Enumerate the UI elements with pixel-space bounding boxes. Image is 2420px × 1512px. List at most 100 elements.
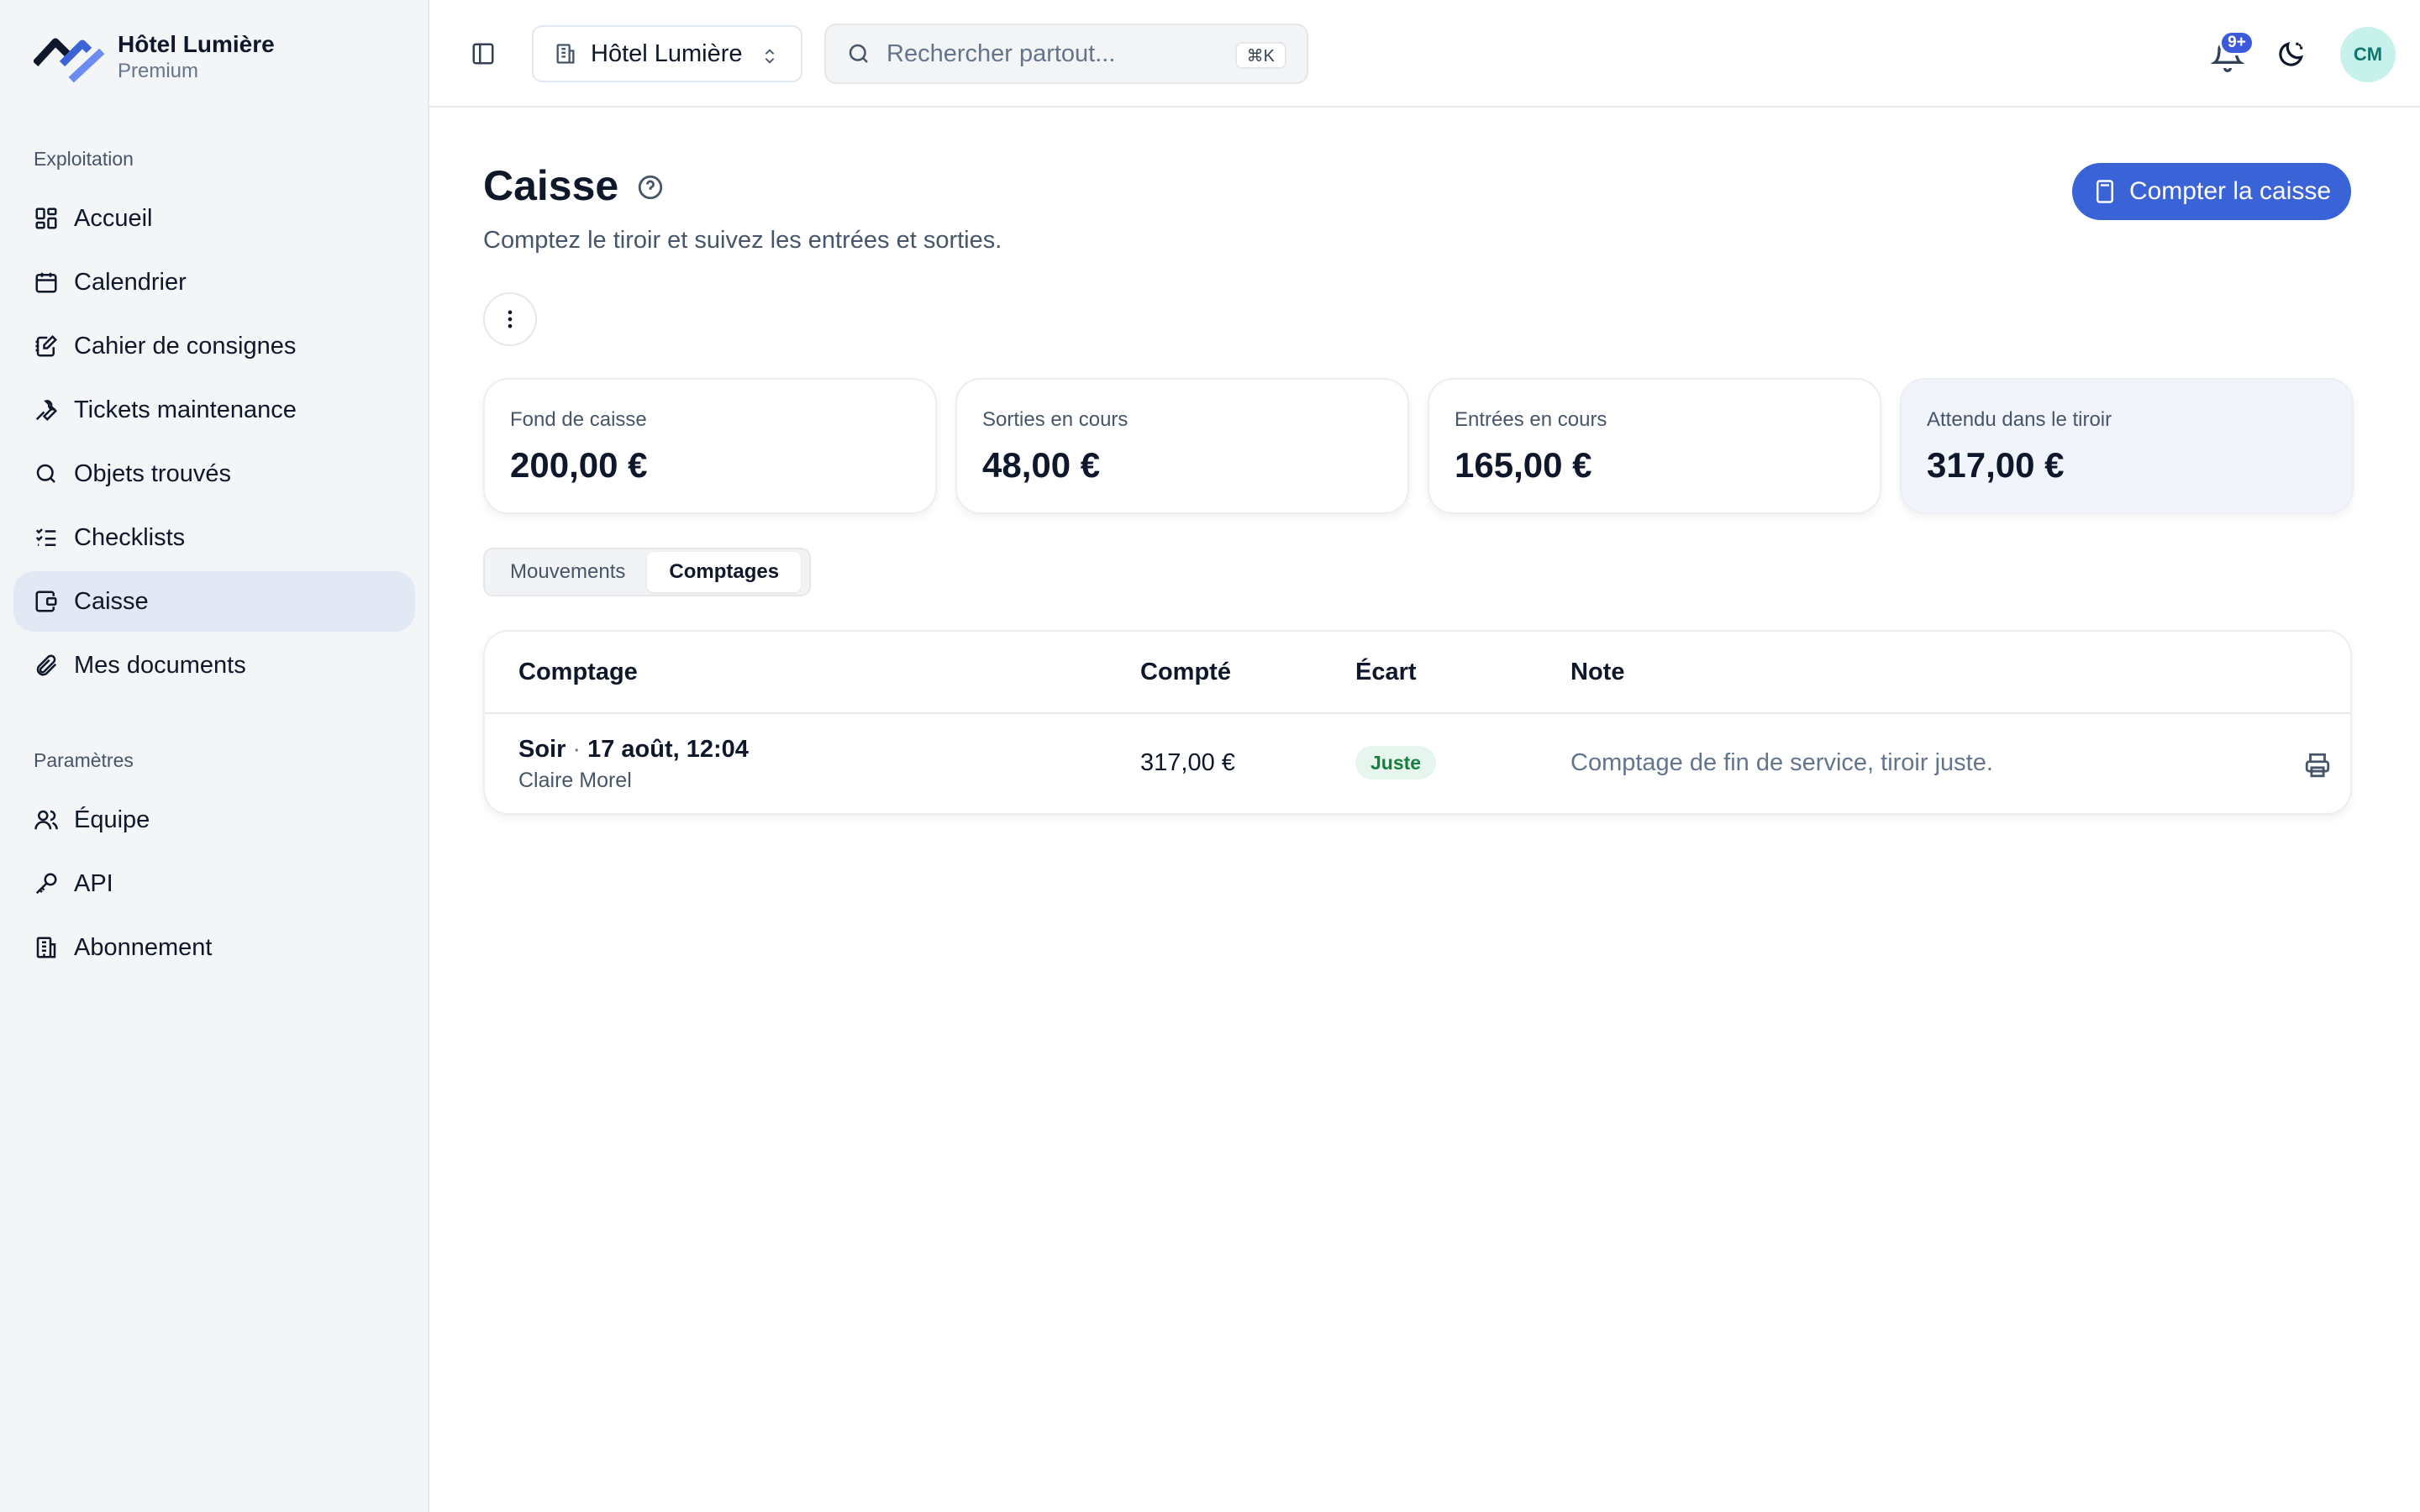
column-header-comptage[interactable]: Comptage <box>518 659 638 686</box>
stat-label: Sorties en cours <box>982 408 1128 431</box>
sidebar-item-label: Équipe <box>74 806 150 833</box>
column-header-compte[interactable]: Compté <box>1140 659 1231 686</box>
section-label-exploitation: Exploitation <box>34 148 134 170</box>
brand-plan: Premium <box>118 60 199 82</box>
hotel-select-label: Hôtel Lumière <box>591 39 743 67</box>
stat-value: 200,00 € <box>510 445 648 485</box>
sidebar-item-label: Calendrier <box>74 268 187 296</box>
search-placeholder: Rechercher partout... <box>886 39 1116 67</box>
wrench-icon <box>35 400 57 422</box>
counts-table: Comptage Compté Écart Note Soir · 17 août,… <box>483 630 2352 815</box>
table-row[interactable]: Soir · 17 août, 12:04 Claire Morel 317,00 … <box>485 714 2350 813</box>
sidebar: Hôtel Lumière Premium Exploitation Accue… <box>0 0 429 1512</box>
dashboard-icon <box>35 207 57 229</box>
sidebar-item-api[interactable]: API <box>13 853 415 914</box>
sidebar-nav-exploitation: Accueil Calendrier Cahier de consignes T… <box>13 188 415 699</box>
more-vertical-icon <box>508 310 513 328</box>
sidebar-item-label: Mes documents <box>74 651 246 679</box>
sidebar-item-objets-trouves[interactable]: Objets trouvés <box>13 444 415 504</box>
sidebar-item-caisse[interactable]: Caisse <box>13 571 415 632</box>
cell-gap: Juste <box>1355 746 1437 780</box>
paperclip-icon <box>36 654 57 676</box>
sidebar-item-label: Abonnement <box>74 933 213 961</box>
sidebar-item-label: Checklists <box>74 523 186 551</box>
count-type: Soir <box>518 736 566 763</box>
sidebar-toggle-icon <box>472 43 494 65</box>
printer-icon[interactable] <box>2303 751 2332 780</box>
key-icon <box>35 873 57 895</box>
stat-label: Entrées en cours <box>1455 408 1607 431</box>
search-icon <box>36 464 55 483</box>
sidebar-item-accueil[interactable]: Accueil <box>13 188 415 249</box>
stat-value: 317,00 € <box>1927 445 2065 485</box>
search-shortcut: ⌘K <box>1234 42 1286 69</box>
column-header-note[interactable]: Note <box>1570 659 1624 686</box>
calendar-icon <box>35 272 57 293</box>
tabs: Mouvements Comptages <box>483 548 811 596</box>
cell-comptage: Soir · 17 août, 12:04 Claire Morel <box>518 736 749 793</box>
cell-note: Comptage de fin de service, tiroir juste… <box>1570 749 1993 776</box>
tab-mouvements[interactable]: Mouvements <box>488 552 647 592</box>
stat-value: 48,00 € <box>982 445 1101 485</box>
wallet-icon <box>35 591 57 612</box>
sidebar-item-label: Objets trouvés <box>74 459 231 487</box>
stat-value: 165,00 € <box>1455 445 1592 485</box>
main-content: Hôtel Lumière Rechercher partout... ⌘K 9… <box>429 0 2420 1512</box>
status-badge: Juste <box>1355 746 1437 780</box>
cell-counted: 317,00 € <box>1140 749 1235 776</box>
notification-badge: 9+ <box>2219 30 2254 55</box>
help-icon[interactable] <box>636 173 665 202</box>
table-header: Comptage Compté Écart Note <box>485 632 2350 714</box>
sidebar-item-checklists[interactable]: Checklists <box>13 507 415 568</box>
count-datetime: 17 août, 12:04 <box>587 736 749 763</box>
count-register-button[interactable]: Compter la caisse <box>2072 163 2351 220</box>
sidebar-item-cahier-de-consignes[interactable]: Cahier de consignes <box>13 316 415 376</box>
stat-card-entrees: Entrées en cours 165,00 € <box>1428 378 1881 514</box>
notebook-icon <box>35 334 58 357</box>
brand-name: Hôtel Lumière <box>118 31 275 57</box>
chevron-up-down-icon <box>765 49 775 64</box>
hotel-select[interactable]: Hôtel Lumière <box>532 25 802 82</box>
stat-label: Attendu dans le tiroir <box>1927 408 2112 431</box>
brand-logo-icon <box>34 38 105 83</box>
section-label-parametres: Paramètres <box>34 749 134 771</box>
count-person: Claire Morel <box>518 769 632 792</box>
stat-card-sorties: Sorties en cours 48,00 € <box>955 378 1409 514</box>
sidebar-item-label: Cahier de consignes <box>74 332 297 360</box>
brand-text: Hôtel Lumière Premium <box>118 30 275 84</box>
tab-comptages[interactable]: Comptages <box>647 552 802 592</box>
search-icon <box>849 44 868 63</box>
stat-card-fond-de-caisse: Fond de caisse 200,00 € <box>483 378 937 514</box>
avatar[interactable]: CM <box>2340 27 2396 82</box>
count-register-button-label: Compter la caisse <box>2128 177 2332 205</box>
page-subtitle: Comptez le tiroir et suivez les entrées … <box>483 227 1002 254</box>
sidebar-item-label: API <box>74 869 113 897</box>
theme-toggle-icon[interactable] <box>2275 39 2307 71</box>
checklist-icon <box>35 528 56 546</box>
search-input[interactable]: Rechercher partout... ⌘K <box>824 24 1308 84</box>
building-icon <box>556 44 575 64</box>
app-root: Hôtel Lumière Premium Exploitation Accue… <box>0 0 2420 1512</box>
sidebar-item-label: Tickets maintenance <box>74 396 297 423</box>
separator-dot: · <box>572 736 581 763</box>
page-title: Caisse <box>483 162 619 209</box>
sidebar-item-mes-documents[interactable]: Mes documents <box>13 635 415 696</box>
topbar: Hôtel Lumière Rechercher partout... ⌘K 9… <box>429 0 2420 108</box>
sidebar-toggle-button[interactable] <box>466 37 500 71</box>
count-title: Soir · 17 août, 12:04 <box>518 736 749 764</box>
sidebar-item-calendrier[interactable]: Calendrier <box>13 252 415 312</box>
sidebar-item-label: Accueil <box>74 204 153 232</box>
sidebar-item-abonnement[interactable]: Abonnement <box>13 917 415 978</box>
building-icon <box>36 937 56 958</box>
brand[interactable]: Hôtel Lumière Premium <box>34 30 275 84</box>
sidebar-item-equipe[interactable]: Équipe <box>13 790 415 850</box>
more-options-button[interactable] <box>483 292 537 346</box>
stat-label: Fond de caisse <box>510 408 647 431</box>
sidebar-item-label: Caisse <box>74 587 149 615</box>
sidebar-nav-parametres: Équipe API Abonnement <box>13 790 415 981</box>
column-header-ecart[interactable]: Écart <box>1355 659 1417 686</box>
stat-card-attendu: Attendu dans le tiroir 317,00 € <box>1900 378 2354 514</box>
calculator-icon <box>2096 180 2113 203</box>
sidebar-item-tickets-maintenance[interactable]: Tickets maintenance <box>13 380 415 440</box>
users-icon <box>34 810 58 830</box>
